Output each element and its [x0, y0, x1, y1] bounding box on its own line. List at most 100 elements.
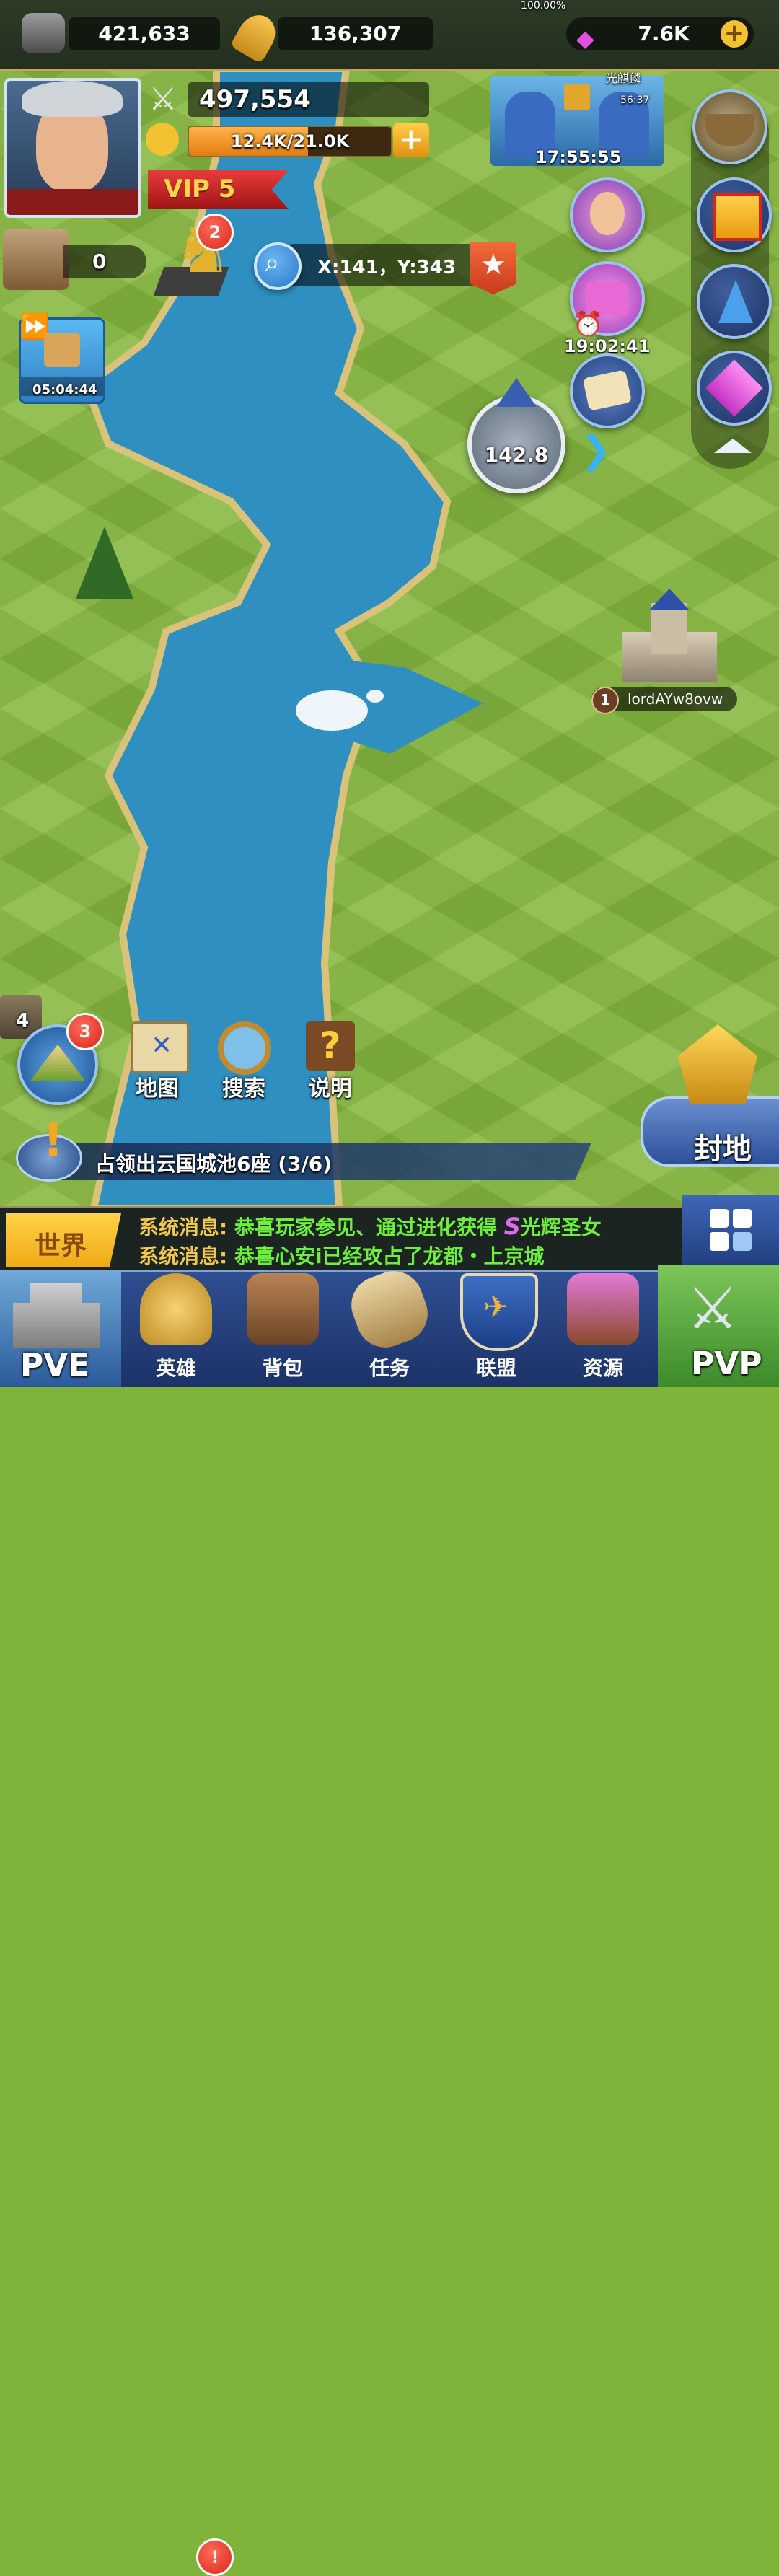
backpack-icon: [247, 1273, 319, 1345]
nav-bag[interactable]: 背包: [229, 1272, 336, 1387]
mail-scroll-button[interactable]: [570, 353, 645, 428]
castle-count-panel: 0: [63, 245, 146, 278]
avatar-hair: [22, 81, 123, 117]
add-gems-button[interactable]: +: [721, 20, 748, 48]
mountain-icon: [30, 1045, 85, 1081]
hero-event-button[interactable]: [570, 177, 645, 252]
battle-progress-text: 100.00%: [521, 0, 566, 12]
exp-text: 12.4K/21.0K: [230, 131, 350, 151]
mini-level: 4: [16, 1010, 30, 1032]
quest-icon[interactable]: !: [16, 1115, 82, 1182]
watchtower-marker[interactable]: 142.8: [467, 378, 565, 493]
menu-grid-button[interactable]: [682, 1195, 779, 1274]
alliance-banner-icon: ✈: [460, 1273, 538, 1351]
add-exp-button[interactable]: +: [393, 123, 429, 157]
castle-roof: [649, 589, 690, 610]
gift-button[interactable]: [697, 177, 772, 252]
castle-icon[interactable]: [3, 229, 69, 290]
rarity-tier: S: [503, 1213, 521, 1240]
nav-heroes[interactable]: 英雄: [123, 1272, 229, 1387]
fief-button[interactable]: 封地: [641, 1096, 779, 1167]
boost-button[interactable]: ⏩ 05:04:44: [19, 312, 105, 404]
collapse-sidebar-icon[interactable]: [714, 439, 752, 453]
castle-count: 0: [92, 250, 107, 273]
help-tool-button[interactable]: ? 说明: [294, 1021, 372, 1102]
boost-timer: 05:04:44: [32, 382, 97, 397]
scroll-icon: [582, 369, 633, 411]
gem-crystal-icon: [705, 359, 763, 417]
scroll-map-icon: ✕: [131, 1021, 189, 1073]
trophy-icon: [564, 84, 590, 110]
grain-amount: 136,307: [278, 17, 433, 50]
chat-bar[interactable]: 世界 系统消息: 恭喜玩家参见、通过进化获得 S光辉圣女 系统消息: 恭喜心安i…: [0, 1206, 779, 1272]
pvp-button[interactable]: ⚔ PVP: [658, 1265, 779, 1387]
player-avatar[interactable]: [4, 78, 141, 218]
party-button[interactable]: [697, 264, 772, 339]
party-hat-icon: [718, 280, 753, 323]
cauldron-button[interactable]: [692, 89, 767, 164]
chest-event-button[interactable]: ⏰: [570, 261, 645, 339]
exp-icon: [146, 123, 179, 156]
nav-resources[interactable]: 资源: [550, 1272, 656, 1387]
pve-label: PVE: [20, 1347, 90, 1384]
tree-icon: [76, 527, 133, 599]
pve-castle-icon: [13, 1283, 100, 1348]
stone-icon: [22, 13, 65, 53]
bookmark-star-button[interactable]: ★: [470, 242, 516, 294]
quest-scroll-icon: [343, 1262, 436, 1356]
stone-amount: 421,633: [69, 17, 220, 50]
hero-alert-badge: !: [196, 2538, 234, 2576]
chat-channel: 世界: [35, 1231, 87, 1261]
expand-arrow-icon[interactable]: ❯: [580, 428, 612, 472]
enemy-castle[interactable]: [622, 589, 717, 682]
battle-timer: 17:55:55: [535, 147, 622, 167]
map-label: 地图: [136, 1076, 179, 1102]
target-dummy-icon: [44, 333, 80, 367]
battle-name: 光麒麟: [606, 71, 641, 85]
crossed-swords-icon: ⚔: [149, 81, 177, 118]
enemy-name-tag[interactable]: 1 lordAYw8ovw: [591, 687, 737, 714]
quest-text: 占领出云国城池6座 (3/6): [95, 1152, 333, 1176]
chess-badge: 2: [196, 214, 234, 251]
helmet-icon: [140, 1273, 212, 1345]
vip-level: VIP 5: [164, 175, 236, 203]
top-resource-bar: 421,633 136,307 ◆ 7.6K +: [0, 0, 779, 71]
vip-badge[interactable]: VIP 5: [148, 170, 289, 209]
cauldron-icon: [705, 114, 754, 146]
coords-panel[interactable]: X:141，Y:343: [289, 244, 490, 286]
pve-button[interactable]: PVE: [0, 1272, 121, 1387]
help-book-icon: ?: [306, 1021, 355, 1071]
avatar-collar: [7, 189, 138, 215]
nav-quests[interactable]: 任务: [336, 1262, 443, 1387]
gem-shop-button[interactable]: [697, 351, 772, 426]
resource-crate-icon: [567, 1273, 639, 1345]
search-label: 搜索: [222, 1076, 265, 1102]
gift-icon: [713, 193, 762, 241]
pvp-label: PVP: [691, 1345, 762, 1382]
coords-search-icon[interactable]: ⌕: [254, 242, 302, 290]
gem-panel: ◆ 7.6K +: [566, 17, 754, 52]
magnifier-icon: [218, 1021, 271, 1075]
battle-sub-timer: 56:37: [620, 94, 650, 106]
clock-icon: ⏰: [573, 310, 604, 339]
star-icon: ★: [480, 248, 506, 281]
succubus-icon: [590, 192, 625, 235]
gem-icon: ◆: [576, 25, 594, 52]
nav-alliance[interactable]: ✈ 联盟: [443, 1272, 550, 1387]
map-badge: 3: [66, 1013, 104, 1050]
fief-label: 封地: [694, 1133, 752, 1166]
chat-message-1: 系统消息: 恭喜玩家参见、通过进化获得 S光辉圣女: [138, 1213, 602, 1240]
search-tool-button[interactable]: 搜索: [208, 1021, 286, 1102]
chat-channel-tab[interactable]: 世界: [6, 1213, 121, 1267]
help-label: 说明: [309, 1076, 352, 1102]
bottom-nav: PVE 英雄 ! 背包 任务 ✈ 联盟 资源 ⚔ PVP: [0, 1262, 779, 2576]
chat-message-2: 系统消息: 恭喜心安i已经攻占了龙都・上京城: [138, 1244, 545, 1268]
quest-bar[interactable]: 占领出云国城池6座 (3/6): [43, 1143, 591, 1180]
exclamation-icon: !: [43, 1115, 64, 1168]
wheat-icon: [229, 8, 283, 64]
tower-roof-icon: [496, 378, 537, 407]
exp-bar: 12.4K/21.0K: [188, 126, 392, 157]
map-tool-button[interactable]: ✕ 地图: [121, 1021, 199, 1102]
coords-text: X:141，Y:343: [317, 257, 456, 278]
pvp-swords-icon: ⚔: [687, 1275, 739, 1342]
